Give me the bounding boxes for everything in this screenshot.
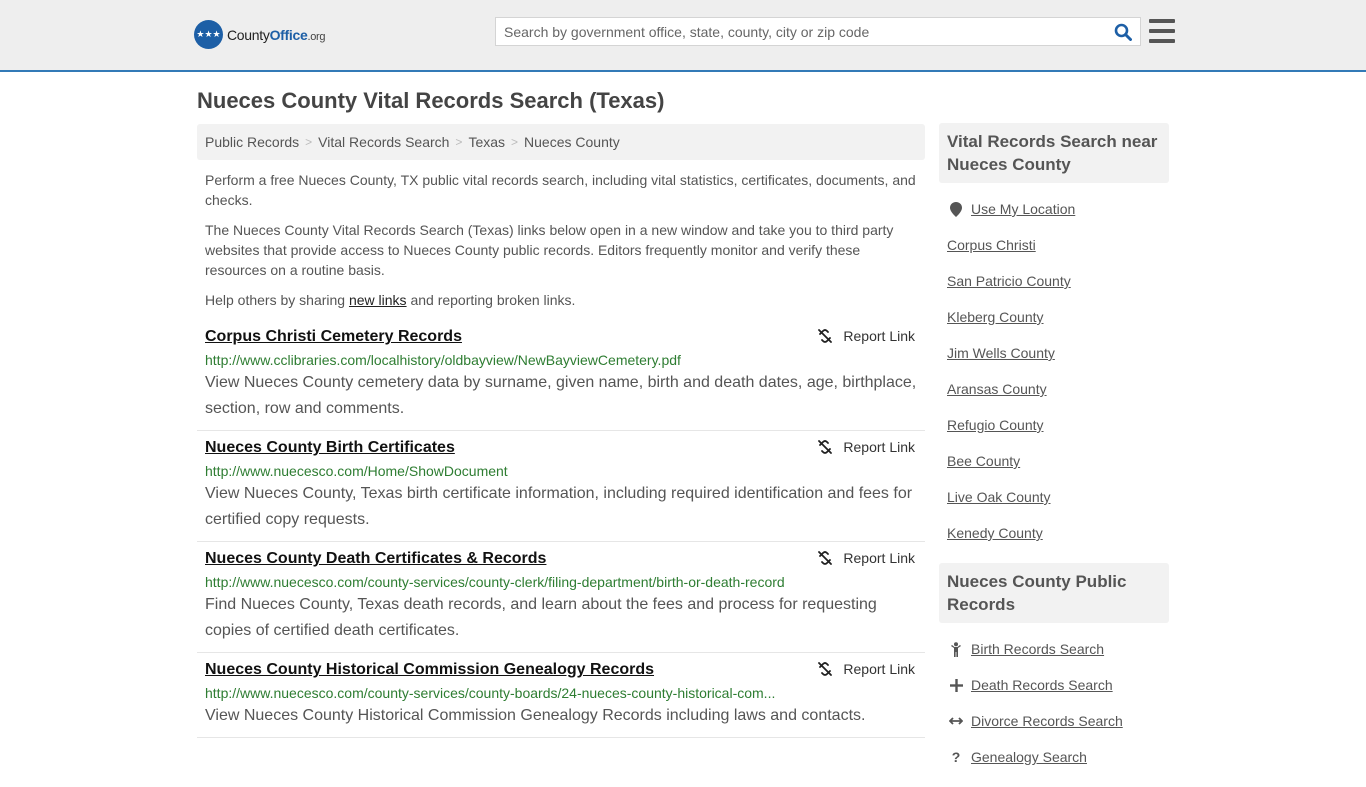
search-input[interactable]: [496, 18, 1106, 45]
breadcrumb-nueces-county[interactable]: Nueces County: [524, 134, 620, 150]
nearby-item: San Patricio County: [947, 263, 1161, 299]
public-record-item: ? Genealogy Search: [947, 739, 1161, 775]
nearby-item: Refugio County: [947, 407, 1161, 443]
logo-prefix: County: [227, 26, 270, 43]
broken-link-icon: [818, 440, 833, 454]
nearby-link[interactable]: Bee County: [947, 453, 1020, 469]
public-records-list: Birth Records Search Death Records Searc…: [939, 623, 1169, 787]
report-link-button[interactable]: Report Link: [817, 328, 915, 344]
result-title-link[interactable]: Nueces County Birth Certificates: [205, 439, 455, 457]
result-url: http://www.nuecesco.com/Home/ShowDocumen…: [205, 463, 508, 479]
public-record-item: Death Records Search: [947, 667, 1161, 703]
nearby-link[interactable]: Live Oak County: [947, 489, 1051, 505]
nearby-link[interactable]: Jim Wells County: [947, 345, 1055, 361]
broken-link-icon: [818, 551, 833, 565]
breadcrumb-separator: >: [511, 135, 519, 149]
breadcrumb-texas[interactable]: Texas: [468, 134, 505, 150]
nearby-link[interactable]: Aransas County: [947, 381, 1047, 397]
nearby-item: Corpus Christi: [947, 227, 1161, 263]
report-link-label: Report Link: [843, 661, 915, 677]
map-marker-icon: [947, 201, 965, 217]
result-description: Find Nueces County, Texas death records,…: [205, 596, 877, 639]
main-content: Public Records > Vital Records Search > …: [197, 124, 925, 738]
nearby-item: Aransas County: [947, 371, 1161, 407]
result-url: http://www.nuecesco.com/county-services/…: [205, 574, 785, 590]
result-description: View Nueces County, Texas birth certific…: [205, 485, 913, 528]
breadcrumb: Public Records > Vital Records Search > …: [197, 124, 925, 160]
nearby-item: Jim Wells County: [947, 335, 1161, 371]
breadcrumb-public-records[interactable]: Public Records: [205, 134, 299, 150]
result-title-link[interactable]: Nueces County Historical Commission Gene…: [205, 661, 654, 679]
report-link-button[interactable]: Report Link: [817, 661, 915, 677]
death-records-search-link[interactable]: Death Records Search: [971, 677, 1113, 693]
result-url: http://www.nuecesco.com/county-services/…: [205, 685, 776, 701]
result-item: Nueces County Birth Certificates Report …: [197, 431, 925, 542]
child-icon: [947, 641, 965, 657]
top-header: ★★★ CountyOffice.org: [0, 0, 1366, 72]
search-button[interactable]: [1106, 18, 1140, 45]
genealogy-search-link[interactable]: Genealogy Search: [971, 749, 1087, 765]
nearby-link[interactable]: Kenedy County: [947, 525, 1043, 541]
nearby-item: Kenedy County: [947, 515, 1161, 551]
breadcrumb-vital-records-search[interactable]: Vital Records Search: [318, 134, 449, 150]
nearby-heading: Vital Records Search near Nueces County: [939, 123, 1169, 183]
site-logo[interactable]: ★★★ CountyOffice.org: [194, 20, 326, 49]
hamburger-menu-icon-bar: [1149, 39, 1175, 43]
hamburger-menu-icon-bar: [1149, 19, 1175, 23]
result-item: Nueces County Historical Commission Gene…: [197, 653, 925, 738]
nearby-item: Kleberg County: [947, 299, 1161, 335]
hamburger-menu-icon-bar: [1149, 29, 1175, 33]
result-url: http://www.cclibraries.com/localhistory/…: [205, 352, 681, 368]
public-record-item: Birth Records Search: [947, 631, 1161, 667]
intro-paragraph-3: Help others by sharing new links and rep…: [205, 292, 576, 308]
broken-link-icon: [818, 329, 833, 343]
breadcrumb-separator: >: [455, 135, 463, 149]
result-title-link[interactable]: Corpus Christi Cemetery Records: [205, 328, 462, 346]
question-icon: ?: [951, 749, 961, 765]
hamburger-menu-button[interactable]: [1149, 19, 1175, 43]
result-title-link[interactable]: Nueces County Death Certificates & Recor…: [205, 550, 546, 568]
search-icon: [1114, 23, 1132, 41]
report-link-button[interactable]: Report Link: [817, 439, 915, 455]
sidebar: Vital Records Search near Nueces County …: [939, 123, 1169, 787]
nearby-link[interactable]: Corpus Christi: [947, 237, 1036, 253]
report-link-button[interactable]: Report Link: [817, 550, 915, 566]
result-description: View Nueces County cemetery data by surn…: [205, 374, 917, 417]
divorce-records-search-link[interactable]: Divorce Records Search: [971, 713, 1123, 729]
logo-suffix: .org: [307, 30, 326, 43]
nearby-link[interactable]: San Patricio County: [947, 273, 1071, 289]
nearby-link[interactable]: Refugio County: [947, 417, 1044, 433]
report-link-label: Report Link: [843, 439, 915, 455]
public-record-item: Divorce Records Search: [947, 703, 1161, 739]
use-my-location-link[interactable]: Use My Location: [971, 201, 1075, 217]
birth-records-search-link[interactable]: Birth Records Search: [971, 641, 1104, 657]
use-location-item: Use My Location: [947, 191, 1161, 227]
arrows-horizontal-icon: [947, 716, 965, 726]
result-description: View Nueces County Historical Commission…: [205, 707, 866, 724]
report-link-label: Report Link: [843, 550, 915, 566]
result-item: Corpus Christi Cemetery Records Report L…: [197, 320, 925, 431]
intro-paragraph-1: Perform a free Nueces County, TX public …: [205, 172, 916, 208]
new-links-link[interactable]: new links: [349, 292, 407, 308]
search-form: [495, 17, 1141, 46]
page-title: Nueces County Vital Records Search (Texa…: [197, 88, 665, 113]
nearby-item: Bee County: [947, 443, 1161, 479]
nearby-link[interactable]: Kleberg County: [947, 309, 1044, 325]
nearby-item: Live Oak County: [947, 479, 1161, 515]
broken-link-icon: [818, 662, 833, 676]
results-list: Corpus Christi Cemetery Records Report L…: [197, 320, 925, 738]
breadcrumb-separator: >: [305, 135, 313, 149]
result-item: Nueces County Death Certificates & Recor…: [197, 542, 925, 653]
cross-icon: [947, 678, 965, 692]
report-link-label: Report Link: [843, 328, 915, 344]
nearby-list: Use My Location Corpus Christi San Patri…: [939, 183, 1169, 563]
intro-text: Perform a free Nueces County, TX public …: [197, 160, 925, 310]
eagle-logo-icon: ★★★: [194, 20, 223, 49]
intro-paragraph-2: The Nueces County Vital Records Search (…: [205, 222, 894, 278]
logo-brand: Office: [269, 26, 308, 43]
public-records-heading: Nueces County Public Records: [939, 563, 1169, 623]
